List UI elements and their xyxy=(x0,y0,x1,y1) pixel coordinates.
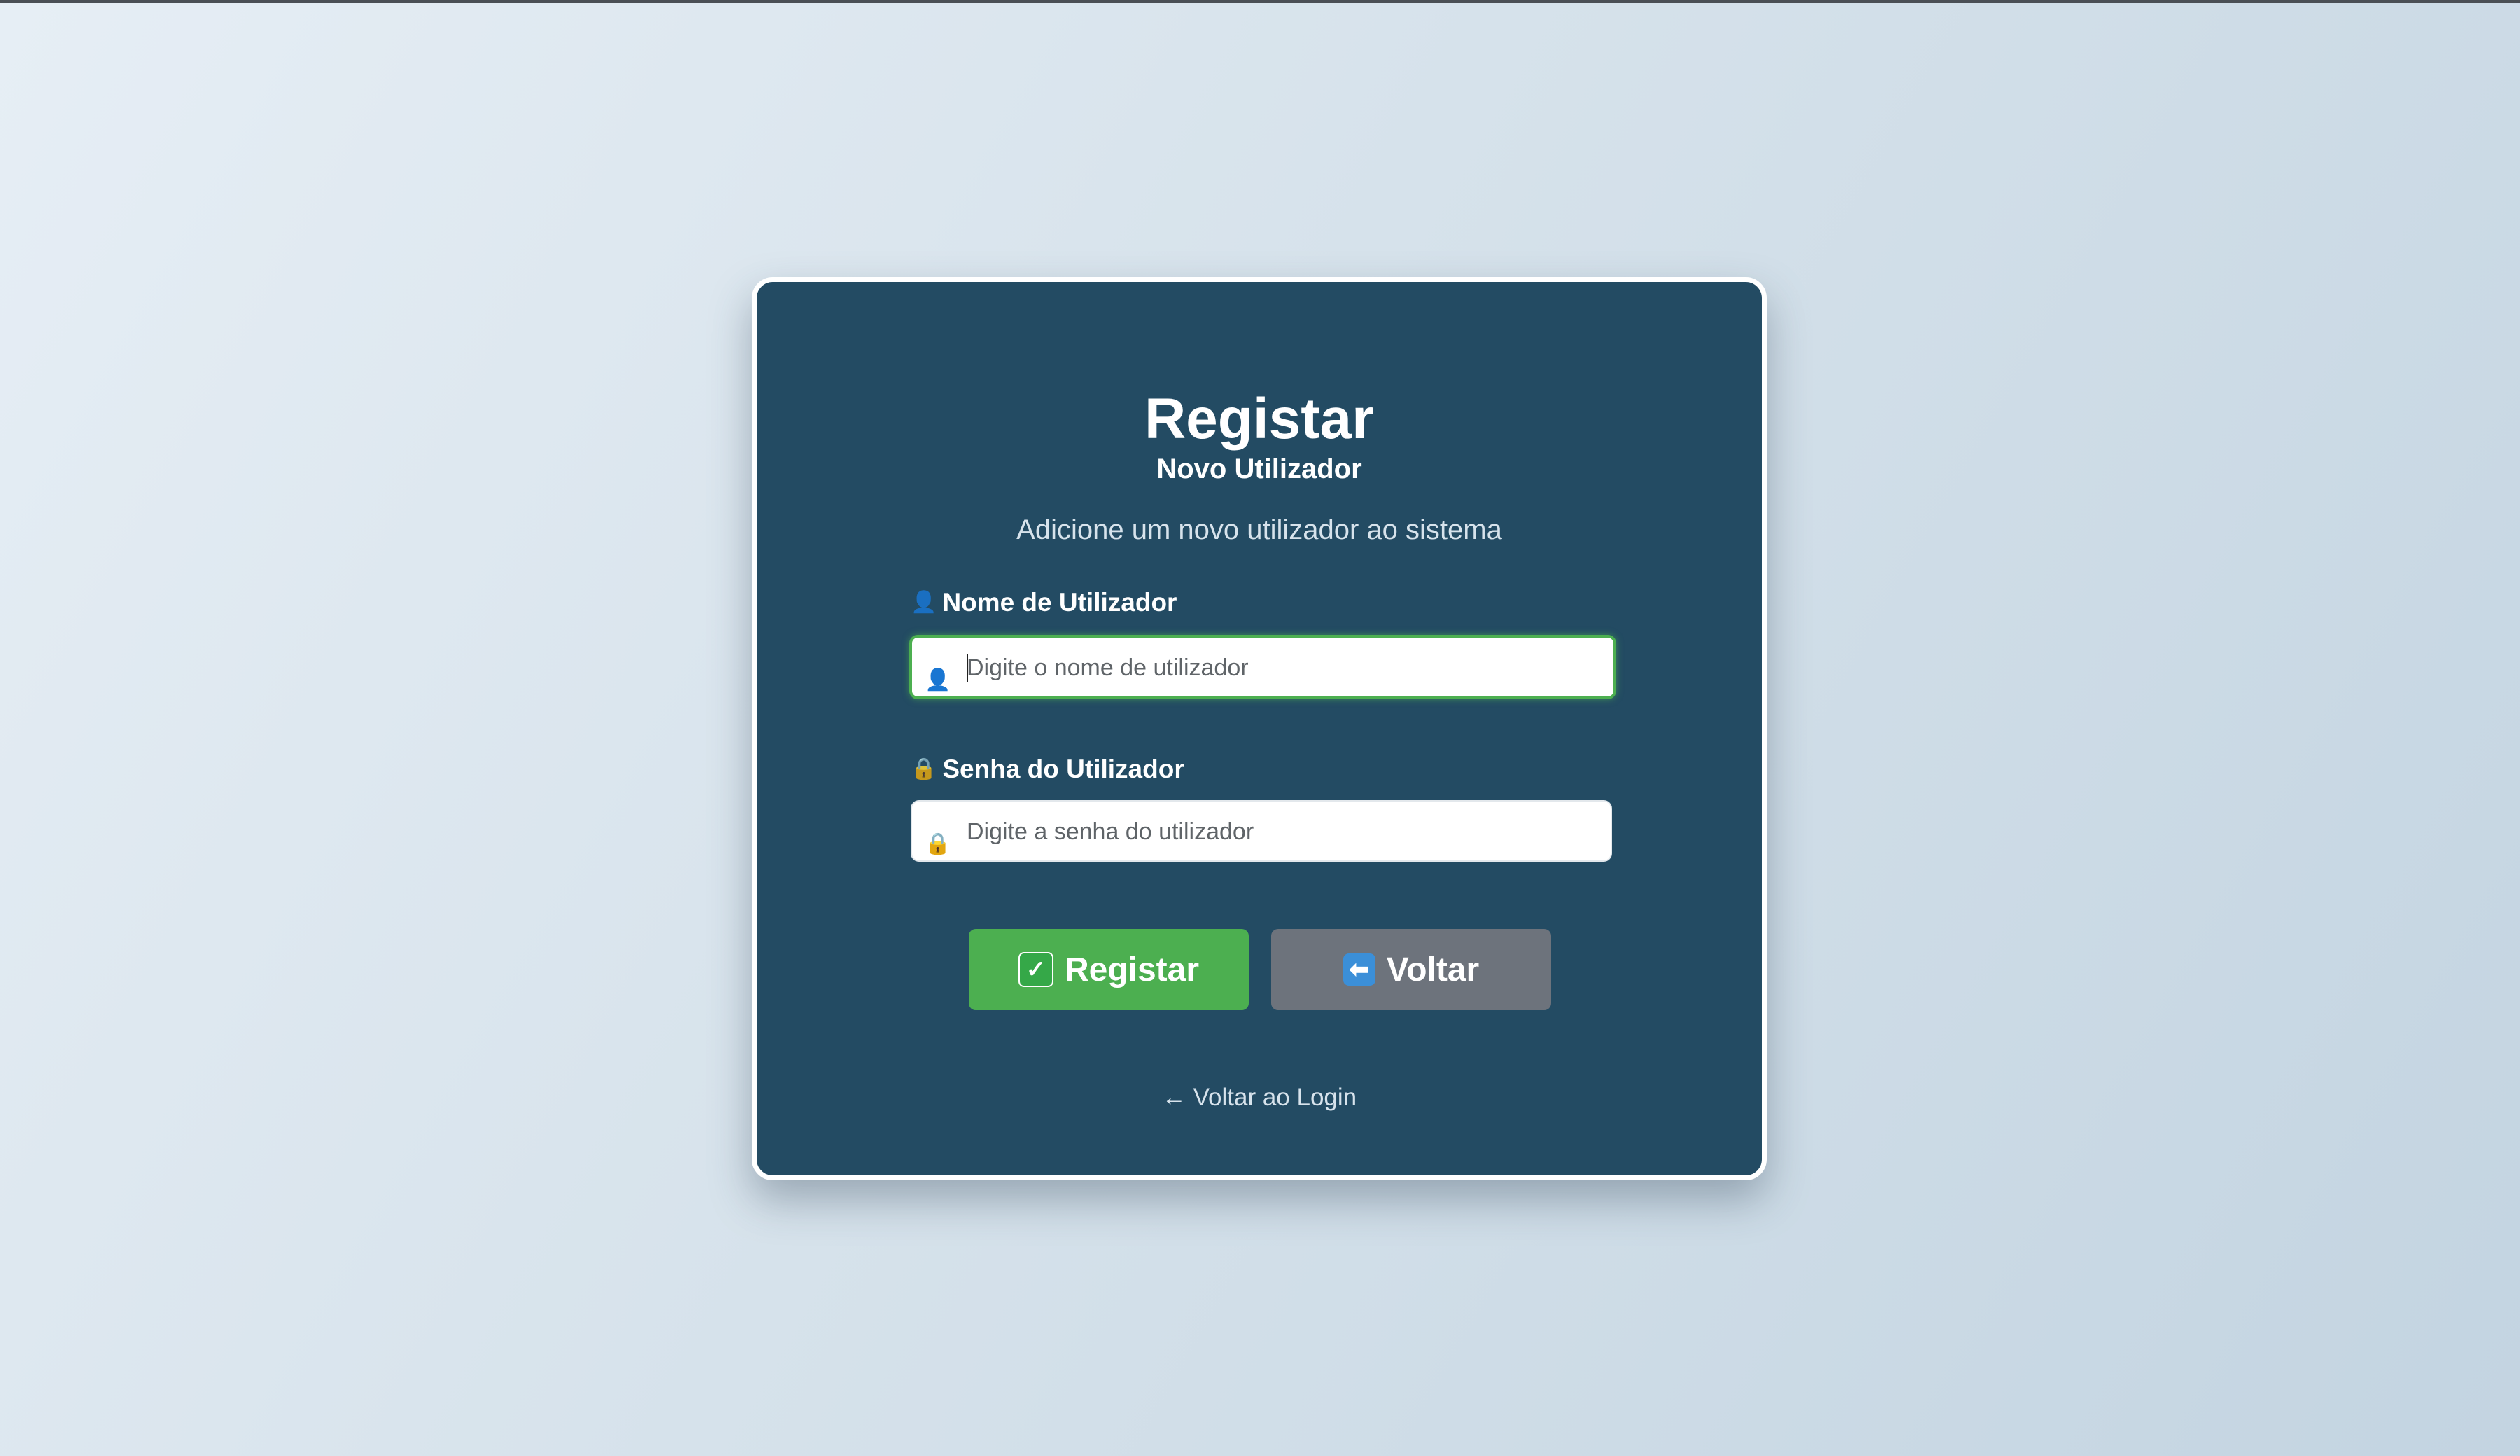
lock-icon: 🔒 xyxy=(925,832,951,855)
user-icon: 👤 xyxy=(925,668,951,692)
page-subtitle: Novo Utilizador xyxy=(1156,454,1362,484)
register-card: Registar Novo Utilizador Adicione um nov… xyxy=(752,277,1767,1180)
password-label: 🔒 Senha do Utilizador xyxy=(911,752,1184,786)
back-button-label: Voltar xyxy=(1386,951,1480,988)
password-field[interactable]: 🔒 xyxy=(911,800,1612,862)
username-label: 👤 Nome de Utilizador xyxy=(911,586,1177,620)
window-top-border xyxy=(0,0,2520,3)
page-description: Adicione um novo utilizador ao sistema xyxy=(1016,514,1502,545)
page-title: Registar xyxy=(1144,387,1375,451)
back-to-login-link[interactable]: ← Voltar ao Login xyxy=(757,1082,1762,1114)
check-icon: ✓ xyxy=(1018,952,1054,987)
back-arrow-icon: ⬅ xyxy=(1343,953,1376,986)
register-button[interactable]: ✓ Registar xyxy=(969,929,1249,1010)
password-input[interactable] xyxy=(965,802,1597,862)
back-button[interactable]: ⬅ Voltar xyxy=(1271,929,1551,1010)
username-input[interactable] xyxy=(965,638,1600,698)
username-field[interactable]: 👤 xyxy=(909,635,1616,699)
lock-icon: 🔒 xyxy=(911,757,937,780)
username-label-text: Nome de Utilizador xyxy=(942,588,1177,617)
password-label-text: Senha do Utilizador xyxy=(942,755,1184,783)
user-icon: 👤 xyxy=(911,591,937,614)
register-button-label: Registar xyxy=(1064,951,1200,988)
